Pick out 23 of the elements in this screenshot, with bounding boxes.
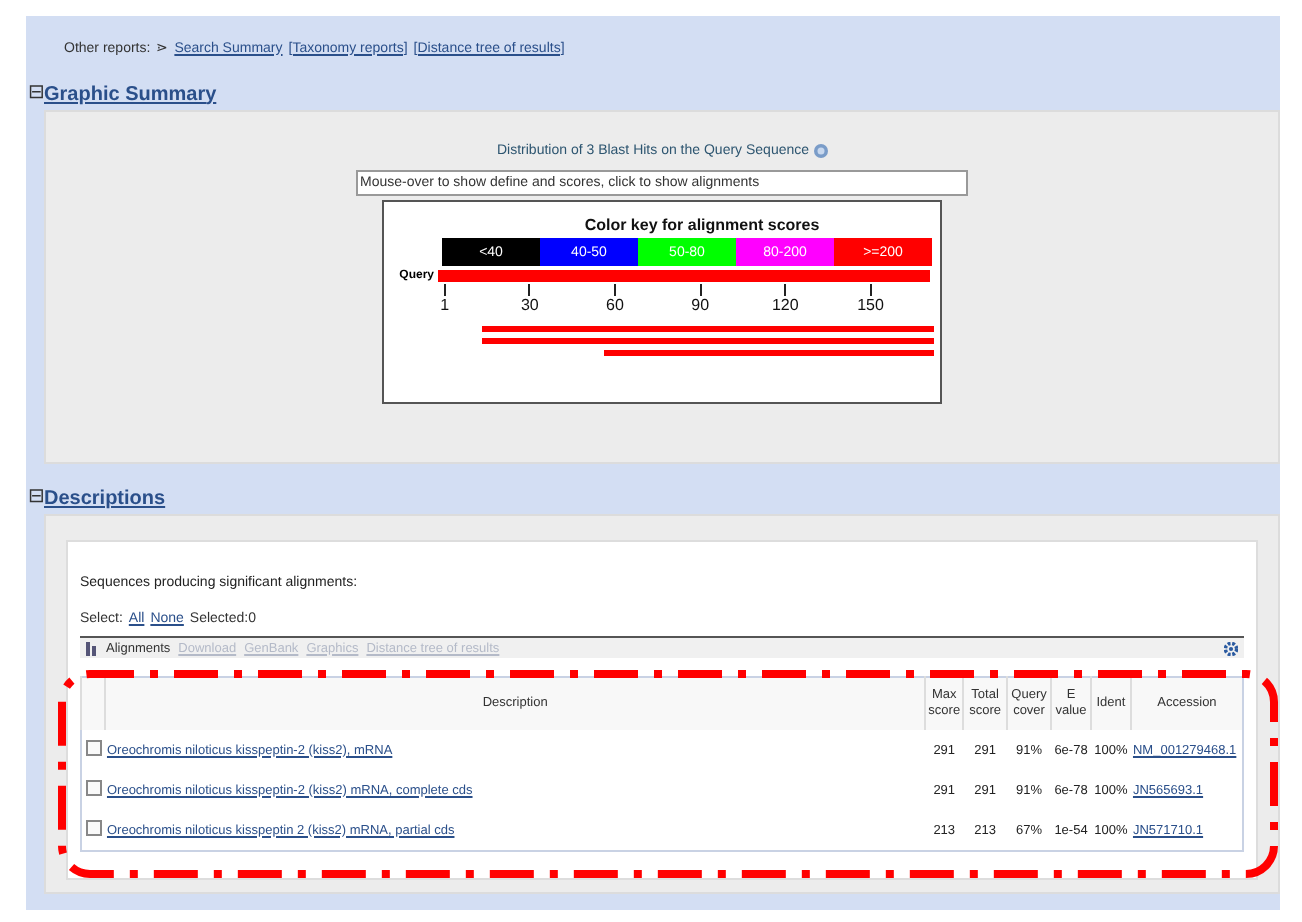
settings-icon[interactable] — [1224, 641, 1238, 655]
tick-mark — [613, 284, 616, 296]
collapse-toggle[interactable]: ⊟ — [28, 84, 44, 104]
tick-label: 120 — [771, 296, 799, 314]
row-checkbox[interactable] — [85, 740, 102, 756]
section-title[interactable]: Descriptions — [44, 487, 166, 509]
tick-label: 90 — [691, 296, 710, 314]
color-key-title: Color key for alignment scores — [582, 216, 822, 234]
tick-mark — [784, 284, 787, 296]
tick-label: 30 — [520, 296, 539, 314]
tick-label: 1 — [440, 296, 450, 314]
collapse-toggle[interactable]: ⊟ — [28, 488, 44, 508]
tick-label: 150 — [857, 296, 884, 314]
row-checkbox[interactable] — [85, 780, 102, 796]
section-title[interactable]: Graphic Summary — [44, 83, 217, 105]
tick-mark — [699, 284, 702, 296]
tick-mark — [443, 284, 446, 296]
tick-label: 60 — [606, 296, 624, 314]
tick-mark — [869, 284, 872, 296]
row-checkbox[interactable] — [85, 820, 102, 836]
help-icon[interactable] — [813, 144, 828, 158]
tick-mark — [528, 284, 531, 296]
sort-icon — [86, 641, 98, 655]
